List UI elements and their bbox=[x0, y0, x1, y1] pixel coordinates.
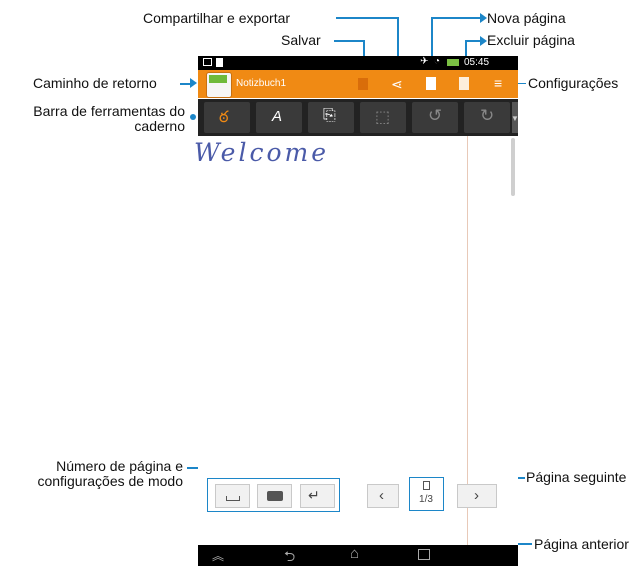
nav-home-icon[interactable]: ⌂ bbox=[350, 545, 359, 562]
redo-button[interactable]: ↻ bbox=[464, 102, 510, 133]
nav-back-icon[interactable]: ⮌ bbox=[284, 546, 295, 570]
callout-delete-page: Excluir página bbox=[487, 32, 575, 48]
previous-page-button[interactable]: ‹ bbox=[367, 484, 399, 508]
pen-icon: ఠ bbox=[219, 109, 229, 126]
callout-page-number-line1: Número de página e bbox=[56, 458, 183, 474]
next-page-button[interactable]: › bbox=[457, 484, 497, 508]
enter-icon: ↵ bbox=[308, 487, 320, 503]
document-icon bbox=[216, 58, 223, 67]
more-icon: ▼ bbox=[511, 114, 519, 123]
enter-key[interactable]: ↵ bbox=[300, 484, 335, 508]
share-icon[interactable]: ⋖ bbox=[391, 77, 403, 91]
save-icon[interactable] bbox=[358, 78, 368, 90]
callout-new-page: Nova página bbox=[487, 10, 566, 26]
callout-page-number-line2: configurações de modo bbox=[37, 473, 183, 489]
leader-delete-page bbox=[465, 40, 481, 42]
wifi-icon: ◔ bbox=[434, 56, 441, 67]
callout-settings: Configurações bbox=[528, 75, 619, 91]
undo-icon: ↺ bbox=[428, 106, 443, 125]
callout-share-export: Compartilhar e exportar bbox=[143, 10, 291, 26]
page-icon bbox=[423, 481, 430, 490]
backspace-icon bbox=[267, 491, 283, 501]
select-tool[interactable]: ⬚ bbox=[360, 102, 406, 133]
notebook-title[interactable]: Notizbuch1 bbox=[236, 78, 286, 89]
undo-button[interactable]: ↺ bbox=[412, 102, 458, 133]
import-icon: ⎘ bbox=[323, 107, 336, 124]
pen-tool[interactable]: ఠ bbox=[204, 102, 250, 133]
leader-return bbox=[180, 83, 191, 85]
leader-save bbox=[334, 40, 364, 42]
callout-return-path: Caminho de retorno bbox=[33, 75, 157, 91]
callout-notebook-toolbar-line2: caderno bbox=[134, 118, 185, 134]
select-icon: ⬚ bbox=[375, 109, 391, 126]
callout-notebook-toolbar-line1: Barra de ferramentas do bbox=[33, 103, 185, 119]
writing-canvas[interactable]: Welcome ↵ ‹ 1/3 › bbox=[194, 136, 518, 546]
back-icon[interactable] bbox=[206, 72, 232, 98]
eraser-tool[interactable]: A bbox=[256, 102, 302, 133]
new-page-icon[interactable] bbox=[426, 77, 436, 90]
leader-share bbox=[336, 17, 398, 19]
page-number: 1/3 bbox=[419, 494, 433, 505]
leader-delete-page-arrow bbox=[480, 36, 487, 46]
leader-toolbar-dot bbox=[190, 114, 196, 120]
eraser-icon: A bbox=[272, 108, 283, 125]
scrollbar[interactable] bbox=[511, 138, 515, 196]
redo-icon: ↻ bbox=[480, 106, 495, 125]
clock: 05:45 bbox=[464, 57, 490, 68]
callout-page-number: Número de página e configurações de modo bbox=[0, 459, 183, 489]
signal-icon: ✈ bbox=[420, 56, 429, 67]
app-bar: Notizbuch1 ⋖ ≡ bbox=[198, 70, 518, 98]
space-icon bbox=[226, 496, 240, 501]
notebook-toolbar: ఠ A ⎘ ⬚ ↺ ↻ ▼ bbox=[198, 99, 519, 136]
notebook-icon bbox=[209, 75, 227, 83]
prev-page-icon: ‹ bbox=[379, 487, 384, 504]
system-nav-bar: ︽ ⮌ ⌂ bbox=[198, 545, 518, 566]
handwriting-text: Welcome bbox=[194, 138, 330, 167]
notification-icon bbox=[203, 58, 212, 66]
callout-previous-page: Página anterior bbox=[534, 536, 629, 552]
status-bar: ✈ ◔ 05:45 bbox=[198, 56, 518, 70]
settings-icon[interactable]: ≡ bbox=[494, 76, 502, 90]
nav-hide-icon[interactable]: ︽ bbox=[212, 547, 224, 564]
leader-new-page-arrow bbox=[480, 13, 487, 23]
callout-next-page: Página seguinte bbox=[526, 469, 627, 485]
leader-new-page bbox=[431, 17, 481, 19]
callout-notebook-toolbar: Barra de ferramentas do caderno bbox=[0, 104, 185, 134]
next-page-icon: › bbox=[474, 487, 479, 504]
space-key[interactable] bbox=[215, 484, 250, 508]
delete-page-icon[interactable] bbox=[459, 77, 469, 90]
nav-recent-icon[interactable] bbox=[418, 549, 430, 560]
leader-return-arrow bbox=[190, 78, 197, 88]
page-indicator[interactable]: 1/3 bbox=[409, 477, 444, 511]
import-tool[interactable]: ⎘ bbox=[308, 102, 354, 133]
battery-icon bbox=[447, 59, 459, 66]
more-tools-button[interactable]: ▼ bbox=[511, 102, 519, 133]
backspace-key[interactable] bbox=[257, 484, 292, 508]
callout-save: Salvar bbox=[281, 32, 321, 48]
